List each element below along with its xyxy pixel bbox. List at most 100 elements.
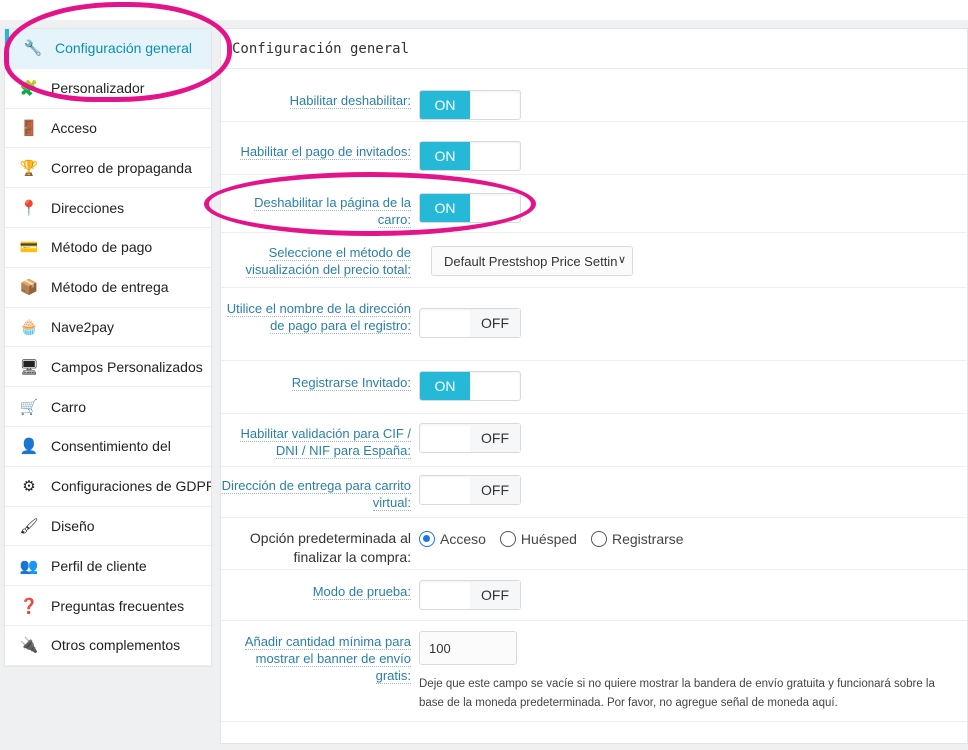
setting-label: Añadir cantidad mínima para mostrar el b…: [244, 634, 411, 684]
setting-row-metodo-precio: Seleccione el método de visualización de…: [221, 234, 967, 288]
radio-unchecked-icon: [499, 531, 516, 547]
sidebar-item-acceso[interactable]: 🚪 Acceso: [5, 109, 211, 149]
setting-label: Habilitar el pago de invitados:: [240, 144, 411, 160]
setting-label: Dirección de entrega para carrito virtua…: [221, 478, 411, 511]
validacion-cif-toggle[interactable]: OFF: [419, 423, 521, 453]
sidebar-item-nave2pay[interactable]: 🧁 Nave2pay: [5, 308, 211, 348]
sidebar-item-configuracion-general[interactable]: 🔧 Configuración general: [5, 29, 211, 69]
wrench-icon: 🔧: [23, 40, 43, 58]
setting-label: Utilice el nombre de la dirección de pag…: [226, 301, 411, 334]
sidebar-item-perfil-de-cliente[interactable]: 👥 Perfil de cliente: [5, 546, 211, 587]
select-value: Default Prestshop Price Settin: [444, 253, 618, 269]
location-pin-icon: 📍: [19, 199, 39, 217]
setting-row-nombre-direccion: Utilice el nombre de la dirección de pag…: [221, 289, 967, 361]
toggle-off-label: OFF: [470, 581, 520, 609]
monitor-icon: 🖥: [19, 358, 39, 376]
sidebar-item-label: Consentimiento del: [51, 438, 171, 455]
pago-invitados-toggle[interactable]: ON: [419, 141, 521, 171]
setting-row-modo-prueba: Modo de prueba: OFF: [221, 571, 967, 621]
setting-row-deshabilitar-carro: Deshabilitar la página de la carro: ON: [221, 176, 967, 233]
sidebar-item-label: Perfil de cliente: [51, 557, 147, 574]
sidebar-item-label: Método de entrega: [51, 279, 169, 296]
radio-registrarse[interactable]: Registrarse: [590, 531, 684, 547]
sidebar-item-label: Configuración general: [55, 40, 192, 57]
user-consent-icon: 👤: [19, 438, 39, 456]
gears-icon: ⚙: [22, 478, 36, 496]
sidebar-item-personalizador[interactable]: 🧩 Personalizador: [5, 69, 211, 109]
sidebar-item-label: Personalizador: [51, 80, 145, 97]
sidebar-item-label: Acceso: [51, 119, 97, 136]
panel-title: Configuración general: [221, 29, 967, 69]
chevron-down-icon: ∨: [617, 254, 626, 266]
sidebar-item-label: Otros complementos: [51, 637, 181, 654]
puzzle-icon: 🧩: [19, 80, 39, 98]
sidebar-item-label: Carro: [51, 398, 87, 415]
sidebar-item-label: Correo de propaganda: [51, 159, 192, 176]
radio-acceso[interactable]: Acceso: [419, 531, 486, 547]
registrarse-invitado-toggle[interactable]: ON: [419, 371, 521, 401]
faq-icon: ❓: [19, 597, 39, 615]
cart-icon: 🛒: [19, 398, 39, 416]
sidebar-item-correo-de-propaganda[interactable]: 🏆 Correo de propaganda: [5, 148, 211, 189]
setting-label: Seleccione el método de visualización de…: [245, 245, 411, 278]
setting-label: Habilitar deshabilitar:: [289, 93, 411, 109]
checkout-option-radios: Acceso Huésped Registrarse: [419, 531, 684, 547]
sidebar-item-label: Campos Personalizados: [51, 358, 203, 375]
price-display-select[interactable]: Default Prestshop Price Settin ∨: [431, 246, 633, 276]
minimum-amount-input[interactable]: 100: [419, 631, 517, 665]
setting-label: Modo de prueba:: [312, 584, 411, 600]
sidebar-item-otros-complementos[interactable]: 🔌 Otros complementos: [5, 626, 211, 666]
sidebar-item-direcciones[interactable]: 📍 Direcciones: [5, 188, 211, 228]
sidebar-item-gdpr[interactable]: ⚙ Configuraciones de GDPR: [5, 467, 211, 507]
sidebar-item-diseno[interactable]: 🖌 Diseño: [5, 507, 211, 547]
trophy-icon: 🏆: [19, 159, 39, 177]
setting-label: Habilitar validación para CIF / DNI / NI…: [240, 426, 411, 459]
setting-row-cantidad-minima: Añadir cantidad mínima para mostrar el b…: [221, 622, 967, 722]
sidebar-menu: 🔧 Configuración general 🧩 Personalizador…: [4, 28, 212, 667]
sidebar-item-consentimiento[interactable]: 👤 Consentimiento del: [5, 427, 211, 467]
top-bar: [0, 0, 968, 20]
radio-checked-icon: [419, 531, 435, 547]
sidebar-item-label: Diseño: [51, 517, 95, 534]
sidebar-item-label: Configuraciones de GDPR: [51, 478, 211, 495]
payment-icon: 💳: [19, 239, 39, 257]
settings-panel: Configuración general Habilitar deshabil…: [220, 28, 968, 744]
setting-row-pago-invitados: Habilitar el pago de invitados: ON: [221, 123, 967, 175]
radio-huesped[interactable]: Huésped: [499, 531, 577, 547]
brush-icon: 🖌: [19, 517, 39, 535]
sidebar-item-preguntas-frecuentes[interactable]: ❓ Preguntas frecuentes: [5, 586, 211, 626]
setting-label: Registrarse Invitado:: [291, 375, 411, 391]
sidebar-item-label: Direcciones: [51, 199, 125, 216]
help-text: Deje que este campo se vacíe si no quier…: [419, 678, 935, 709]
toggle-on-label: ON: [420, 91, 470, 119]
toggle-off-label: OFF: [470, 476, 520, 504]
entrega-virtual-toggle[interactable]: OFF: [419, 475, 521, 505]
setting-row-registrarse-invitado: Registrarse Invitado: ON: [221, 362, 967, 414]
sidebar-item-metodo-de-entrega[interactable]: 📦 Método de entrega: [5, 268, 211, 308]
toggle-on-label: ON: [420, 372, 470, 400]
habilitar-toggle[interactable]: ON: [419, 90, 521, 120]
modo-prueba-toggle[interactable]: OFF: [419, 580, 521, 610]
setting-label: Opción predeterminada al finalizar la co…: [249, 530, 411, 565]
setting-row-entrega-virtual: Dirección de entrega para carrito virtua…: [221, 468, 967, 518]
deshabilitar-carro-toggle[interactable]: ON: [419, 193, 521, 223]
sidebar-item-campos-personalizados[interactable]: 🖥 Campos Personalizados: [5, 347, 211, 388]
sidebar-item-carro[interactable]: 🛒 Carro: [5, 387, 211, 427]
cupcake-icon: 🧁: [19, 318, 39, 336]
sidebar-item-label: Nave2pay: [51, 318, 115, 335]
setting-label: Deshabilitar la página de la carro:: [254, 195, 411, 228]
plug-icon: 🔌: [19, 637, 39, 655]
toggle-off-label: OFF: [470, 309, 520, 337]
radio-unchecked-icon: [590, 531, 607, 547]
toggle-on-label: ON: [420, 194, 470, 222]
nombre-direccion-toggle[interactable]: OFF: [419, 308, 521, 338]
setting-row-validacion-cif: Habilitar validación para CIF / DNI / NI…: [221, 415, 967, 467]
sidebar-item-metodo-de-pago[interactable]: 💳 Método de pago: [5, 228, 211, 268]
toggle-off-label: OFF: [470, 424, 520, 452]
sidebar-item-label: Preguntas frecuentes: [51, 597, 185, 614]
setting-row-habilitar: Habilitar deshabilitar: ON: [221, 70, 967, 122]
door-icon: 🚪: [19, 119, 39, 137]
toggle-on-label: ON: [420, 142, 470, 170]
setting-row-opcion-predeterminada: Opción predeterminada al finalizar la co…: [221, 519, 967, 570]
package-icon: 📦: [19, 279, 39, 297]
